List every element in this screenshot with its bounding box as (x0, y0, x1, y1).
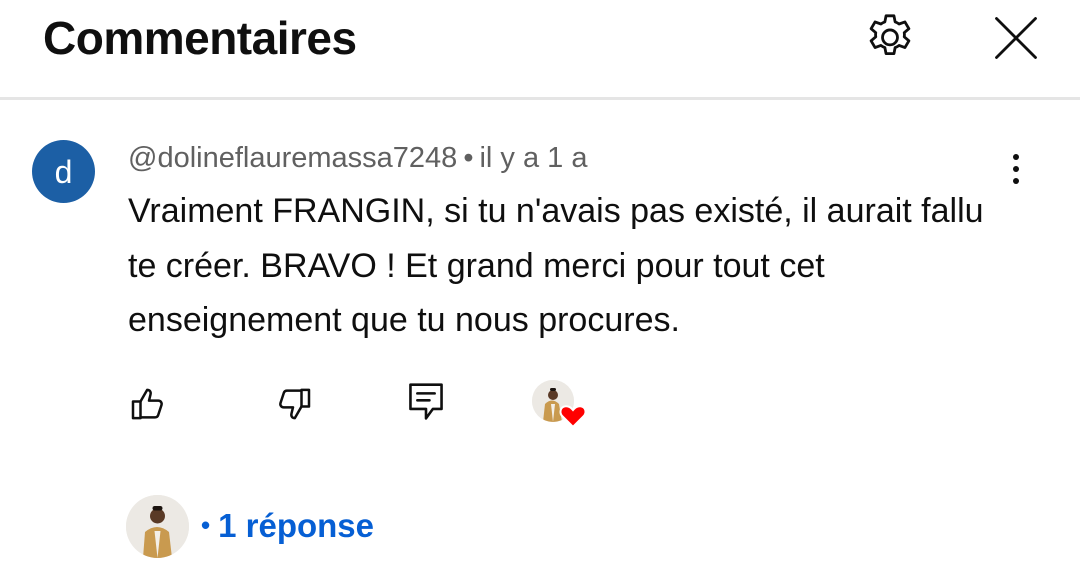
dislike-button[interactable] (270, 380, 318, 428)
comment-reply-icon (409, 383, 443, 420)
reply-avatar (126, 494, 189, 558)
reply-button[interactable] (402, 378, 450, 426)
thumbs-up-icon (131, 388, 163, 420)
settings-button[interactable] (858, 6, 922, 70)
avatar[interactable]: d (32, 140, 95, 203)
like-button[interactable] (124, 380, 172, 428)
vertical-dots-icon (1013, 154, 1019, 184)
page-title: Commentaires (43, 12, 357, 64)
comment-text: Vraiment FRANGIN, si tu n'avais pas exis… (128, 192, 984, 339)
close-button[interactable] (984, 6, 1048, 70)
comment-time: il y a 1 a (479, 142, 588, 174)
more-options-button[interactable] (996, 146, 1036, 192)
replies-label: 1 réponse (218, 507, 375, 544)
comments-header: Commentaires (0, 0, 1080, 100)
thumbs-down-icon (279, 388, 311, 420)
replies-count-link[interactable]: • 1 réponse (201, 507, 374, 545)
replies-bullet: • (201, 510, 211, 540)
gear-icon (869, 14, 911, 56)
heart-icon (559, 405, 587, 429)
comment-author[interactable]: @dolineflauremassa7248 (128, 142, 457, 174)
close-icon (995, 17, 1037, 59)
meta-separator: • (463, 142, 474, 174)
creator-heart-badge[interactable] (532, 380, 588, 430)
avatar-letter: d (54, 153, 73, 190)
comment-meta: @dolineflauremassa7248 • il y a 1 a (128, 140, 587, 176)
view-replies-button[interactable]: • 1 réponse (126, 494, 374, 558)
